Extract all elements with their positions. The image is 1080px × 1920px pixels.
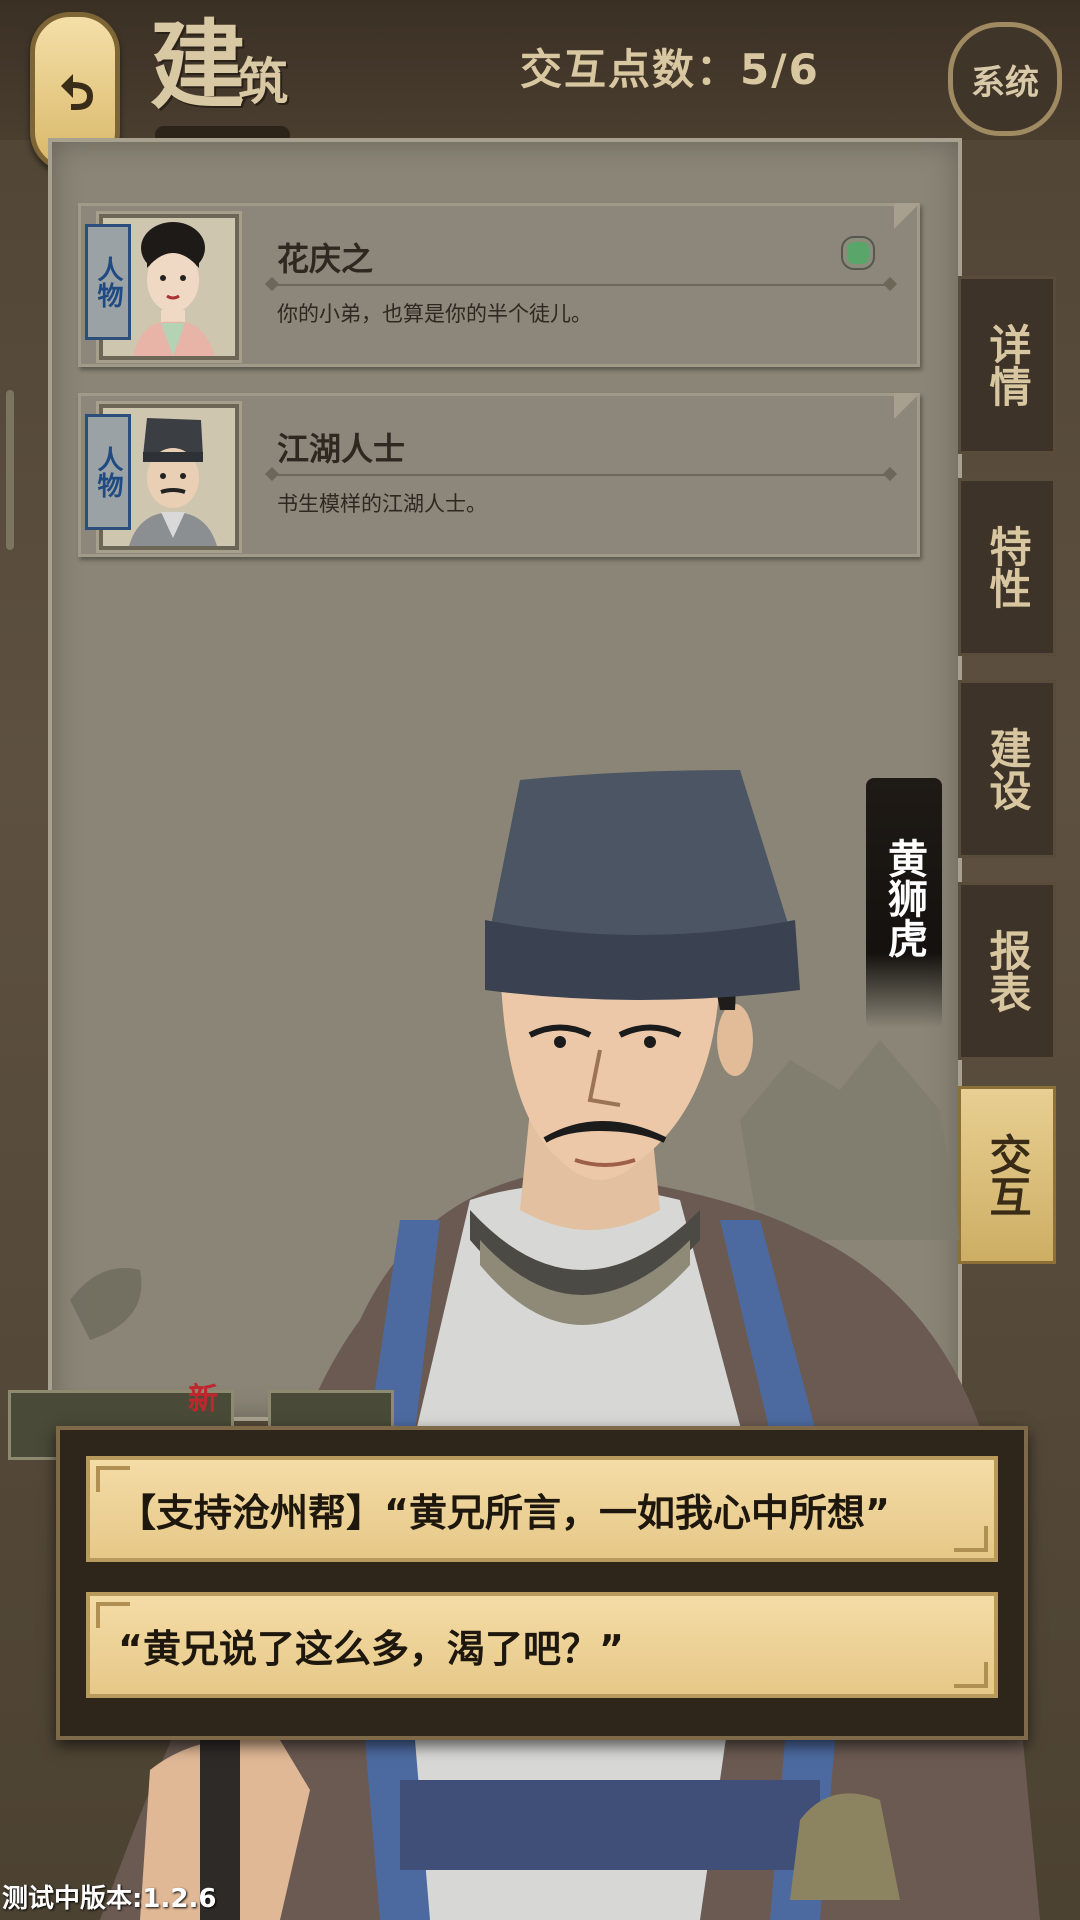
dialog-option[interactable]: “黄兄说了这么多，渴了吧？” (86, 1592, 998, 1698)
system-label: 系统 (971, 62, 1039, 103)
title-sub-char: 筑 (238, 52, 288, 111)
tab-details[interactable]: 详情 (958, 276, 1056, 454)
card-corner (894, 393, 920, 419)
npc-name-banner: 黄狮虎 (866, 778, 942, 1028)
page-title: 建筑 (150, 6, 288, 126)
interaction-points: 交互点数：5/6 (520, 45, 820, 94)
undo-arrow-icon (61, 74, 93, 110)
dialog-options-panel: 【支持沧州帮】“黄兄所言，一如我心中所想” “黄兄说了这么多，渴了吧？” (56, 1426, 1028, 1740)
character-tag: 人物 (85, 224, 131, 340)
character-tag: 人物 (85, 414, 131, 530)
title-main-char: 建 (150, 9, 246, 122)
status-dot-icon (843, 238, 873, 268)
card-name: 花庆之 (277, 240, 374, 278)
tab-label: 详情 (983, 323, 1032, 407)
npc-name: 黄狮虎 (881, 838, 928, 958)
system-button[interactable]: 系统 (948, 22, 1062, 136)
card-name: 江湖人士 (277, 430, 406, 468)
version-label: 测试中版本:1.2.6 (2, 1884, 217, 1914)
list-item[interactable]: 人物 江湖人士 书生模样的江湖人士。 (78, 393, 920, 557)
scroll-indicator[interactable] (6, 390, 14, 550)
card-corner (894, 203, 920, 229)
card-description: 你的小弟，也算是你的半个徒儿。 (277, 302, 592, 326)
tab-label: 特性 (983, 525, 1032, 609)
divider (271, 474, 891, 476)
divider (271, 284, 891, 286)
new-badge: 新 (188, 1382, 218, 1417)
dialog-option[interactable]: 【支持沧州帮】“黄兄所言，一如我心中所想” (86, 1456, 998, 1562)
list-item[interactable]: 人物 花庆之 你的小弟，也算是你的半个徒儿。 (78, 203, 920, 367)
tag-label: 人物 (93, 256, 123, 308)
tab-traits[interactable]: 特性 (958, 478, 1056, 656)
tag-label: 人物 (93, 446, 123, 498)
card-description: 书生模样的江湖人士。 (277, 492, 487, 516)
